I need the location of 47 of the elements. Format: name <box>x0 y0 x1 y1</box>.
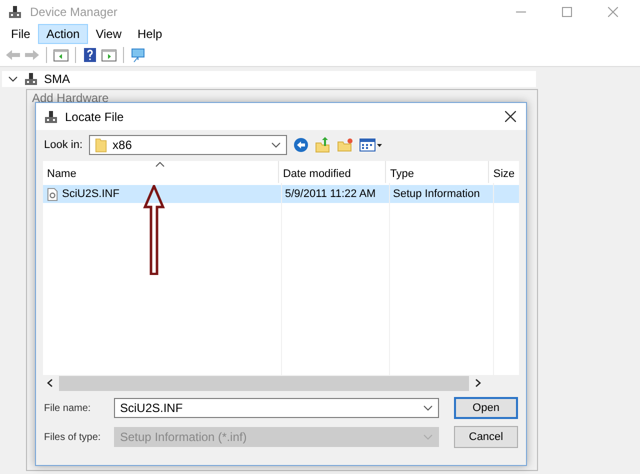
tree-item[interactable]: SMA <box>44 72 70 86</box>
column-header[interactable]: Size <box>489 161 520 183</box>
date-cell-text: 5/9/2011 11:22 AM <box>284 188 377 200</box>
device-icon <box>8 5 22 19</box>
open-button[interactable]: Open <box>454 397 518 419</box>
scroll-right-icon[interactable] <box>475 379 481 387</box>
chevron-down-icon <box>423 434 433 440</box>
sort-caret-icon <box>155 162 166 167</box>
file-name-label: File name: <box>44 402 92 414</box>
menu-item[interactable]: Action <box>38 24 88 44</box>
type-cell-text: Setup Information <box>392 188 481 200</box>
menu-item[interactable]: Help <box>130 24 170 44</box>
view-menu-icon[interactable] <box>358 137 383 153</box>
folder-icon <box>94 137 107 153</box>
settings-file-icon <box>47 188 58 200</box>
file-type-label: Files of type: <box>44 432 102 442</box>
scroll-left-icon[interactable] <box>47 379 53 387</box>
background-window-title: Add Hardware <box>32 91 109 105</box>
back-icon[interactable] <box>292 137 309 153</box>
new-folder-icon[interactable] <box>336 137 353 153</box>
console-tree-icon[interactable] <box>53 47 69 63</box>
column-header[interactable]: Date modified <box>278 161 386 183</box>
device-icon <box>44 110 58 124</box>
action-pane-icon[interactable] <box>101 47 117 63</box>
scrollbar-thumb[interactable] <box>59 376 469 390</box>
menu-item[interactable]: File <box>3 24 38 44</box>
close-icon[interactable] <box>505 111 516 122</box>
dialog-title: Locate File <box>65 110 124 124</box>
maximize-icon[interactable] <box>562 7 572 17</box>
file-name-field[interactable]: SciU2S.INF <box>114 398 439 418</box>
window-title: Device Manager <box>30 5 118 19</box>
look-in-label: Look in: <box>44 139 83 151</box>
monitor-icon[interactable] <box>130 47 146 63</box>
file-row[interactable]: SciU2S.INF 5/9/2011 11:22 AM Setup Information <box>43 185 519 203</box>
cancel-button[interactable]: Cancel <box>454 426 518 448</box>
file-name-cell: SciU2S.INF <box>62 188 120 200</box>
expand-chevron-icon[interactable] <box>8 74 18 84</box>
column-header[interactable]: Name <box>43 161 279 183</box>
help-icon[interactable] <box>82 47 98 63</box>
folder-up-icon[interactable] <box>314 137 331 153</box>
column-header[interactable]: Type <box>386 161 490 183</box>
look-in-dropdown[interactable]: x86 <box>88 135 287 155</box>
chevron-down-icon <box>270 142 281 148</box>
chevron-down-icon <box>423 405 433 411</box>
forward-arrow-icon[interactable] <box>24 47 40 63</box>
back-arrow-icon[interactable] <box>5 47 21 63</box>
menu-item[interactable]: View <box>88 24 130 44</box>
